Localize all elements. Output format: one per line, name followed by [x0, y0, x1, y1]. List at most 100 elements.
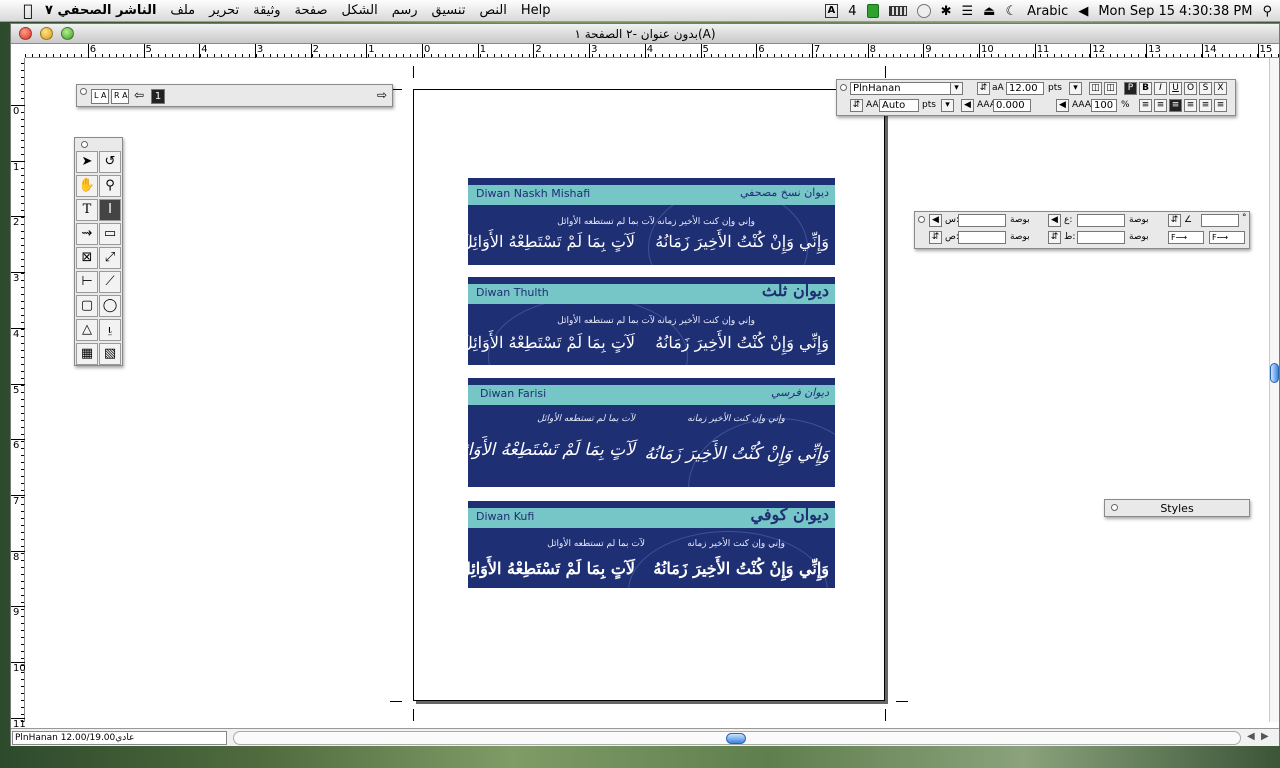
scale-field[interactable]: 100: [1091, 99, 1117, 112]
palette-close-dot[interactable]: [918, 216, 925, 223]
align-left-icon[interactable]: ≡: [1139, 99, 1152, 112]
volume-icon[interactable]: ◀: [1078, 4, 1088, 19]
input-source-icon[interactable]: ☾: [1005, 4, 1017, 19]
memory-icon[interactable]: [888, 6, 907, 16]
page-1-icon[interactable]: 1: [151, 89, 165, 104]
menu-file[interactable]: ملف: [163, 3, 202, 18]
text-cursor-tool-icon[interactable]: I: [99, 199, 121, 221]
align-center-icon[interactable]: ≡: [1154, 99, 1167, 112]
menu-document[interactable]: وثيقة: [246, 3, 287, 18]
security-icon[interactable]: [866, 4, 879, 18]
tracking-field[interactable]: 0.000: [993, 99, 1031, 112]
linker-tool-icon[interactable]: ⇝: [76, 223, 98, 245]
input-language[interactable]: Arabic: [1027, 4, 1068, 19]
next-page-arrow-icon[interactable]: ⇨: [377, 89, 387, 101]
wifi-icon[interactable]: ☰: [961, 4, 973, 19]
table-grid-tool-icon[interactable]: ▧: [99, 343, 121, 365]
x-stepper-icon[interactable]: ◀: [929, 214, 942, 227]
vertical-scrollbar[interactable]: [1269, 58, 1279, 722]
rounded-rect-tool-icon[interactable]: ▢: [76, 295, 98, 317]
style-italic-button[interactable]: I: [1154, 82, 1167, 95]
prev-page-arrow-icon[interactable]: ⇦: [134, 89, 144, 101]
bluetooth-icon[interactable]: ✱: [941, 4, 952, 19]
pointer-tool-icon[interactable]: ➤: [76, 151, 98, 173]
specimen-farisi[interactable]: Diwan Farisi ديوان فرسي وإني وإن كنت الأ…: [468, 378, 835, 487]
line-tool-icon[interactable]: ⟋: [99, 271, 121, 293]
oval-tool-icon[interactable]: ◯: [99, 295, 121, 317]
specimen-kufi[interactable]: Diwan Kufi ديوان كوفي وإني وإن كنت الأخي…: [468, 501, 835, 588]
h-field[interactable]: [1077, 231, 1125, 244]
leading-stepper-icon[interactable]: ⇵: [850, 99, 863, 112]
document-page[interactable]: Diwan Naskh Mishafi ديوان نسخ مصحفي وإني…: [413, 89, 885, 701]
rectangle-box-tool-icon[interactable]: ▭: [99, 223, 121, 245]
y-stepper-icon[interactable]: ⇵: [929, 231, 942, 244]
leading-field[interactable]: Auto: [879, 99, 919, 112]
font-dropdown-icon[interactable]: ▾: [950, 82, 963, 95]
menu-help[interactable]: Help: [514, 3, 558, 18]
size-dropdown-icon[interactable]: ▾: [1069, 82, 1082, 95]
align-justify-icon[interactable]: ≡: [1184, 99, 1197, 112]
flip-horizontal-icon[interactable]: F⟶: [1168, 231, 1204, 244]
font-size-field[interactable]: 12.00: [1006, 82, 1044, 95]
style-plain-button[interactable]: P: [1124, 82, 1137, 95]
table-tool-icon[interactable]: ▦: [76, 343, 98, 365]
w-stepper-icon[interactable]: ◀: [1048, 214, 1061, 227]
align-force-icon[interactable]: ≡: [1199, 99, 1212, 112]
size-stepper-icon[interactable]: ⇵: [977, 82, 990, 95]
y-field[interactable]: [958, 231, 1006, 244]
menu-page[interactable]: صفحة: [288, 3, 335, 18]
scroll-left-arrow-icon[interactable]: ◀: [1247, 731, 1255, 742]
scale-stepper-icon[interactable]: ◀: [1056, 99, 1069, 112]
specimen-thulth[interactable]: Diwan Thulth ديوان ثلث وإني وإن كنت الأخ…: [468, 277, 835, 365]
x-field[interactable]: [958, 214, 1006, 227]
polygon-tool-icon[interactable]: △: [76, 319, 98, 341]
style-underline-button[interactable]: U: [1169, 82, 1182, 95]
h-stepper-icon[interactable]: ⇵: [1048, 231, 1061, 244]
horizontal-scroll-thumb[interactable]: [726, 733, 746, 744]
menu-edit[interactable]: تحرير: [202, 3, 246, 18]
orthogonal-line-tool-icon[interactable]: ⊢: [76, 271, 98, 293]
fit-icon[interactable]: ◫: [1089, 82, 1102, 95]
font-menu-icon[interactable]: A: [824, 4, 839, 18]
align-right-icon[interactable]: ≡: [1169, 99, 1182, 112]
clock[interactable]: Mon Sep 15 4:30:38 PM: [1098, 4, 1252, 19]
palette-close-dot[interactable]: [840, 84, 847, 91]
tracking-stepper-icon[interactable]: ◀: [961, 99, 974, 112]
hand-tool-icon[interactable]: ✋: [76, 175, 98, 197]
angle-stepper-icon[interactable]: ⇵: [1168, 214, 1181, 227]
zoom-tool-icon[interactable]: ⚲: [99, 175, 121, 197]
eject-icon[interactable]: ⏏: [983, 4, 995, 19]
fit-frame-icon[interactable]: ◫: [1104, 82, 1117, 95]
leading-dropdown-icon[interactable]: ▾: [941, 99, 954, 112]
resize-tool-icon[interactable]: ⤢: [99, 247, 121, 269]
palette-close-dot[interactable]: [81, 141, 88, 148]
time-machine-icon[interactable]: [916, 4, 931, 18]
master-left-icon[interactable]: L A: [91, 89, 109, 104]
text-box-tool-icon[interactable]: T: [76, 199, 98, 221]
menu-draw[interactable]: رسم: [385, 3, 425, 18]
rotate-tool-icon[interactable]: ↺: [99, 151, 121, 173]
scroll-right-arrow-icon[interactable]: ▶: [1261, 731, 1269, 742]
window-titlebar[interactable]: بدون عنوان -٢ الصفحة ١(A): [11, 24, 1279, 44]
bezier-tool-icon[interactable]: ⍸: [99, 319, 121, 341]
vertical-scroll-thumb[interactable]: [1270, 363, 1279, 383]
w-field[interactable]: [1077, 214, 1125, 227]
style-outline-button[interactable]: O: [1184, 82, 1197, 95]
spotlight-icon[interactable]: ⚲: [1262, 4, 1272, 19]
font-name-field[interactable]: PlnHanan: [850, 82, 958, 95]
pasteboard[interactable]: Diwan Naskh Mishafi ديوان نسخ مصحفي وإني…: [25, 58, 1271, 722]
menu-format[interactable]: تنسيق: [425, 3, 473, 18]
horizontal-scrollbar[interactable]: [233, 731, 1241, 745]
vertical-ruler[interactable]: 0 1 2 3 4 5 6 7 8 9 10 11: [11, 58, 26, 729]
style-strike-button[interactable]: X: [1214, 82, 1227, 95]
picture-box-tool-icon[interactable]: ⊠: [76, 247, 98, 269]
specimen-naskh[interactable]: Diwan Naskh Mishafi ديوان نسخ مصحفي وإني…: [468, 178, 835, 265]
app-menu[interactable]: الناشر الصحفي ٧: [38, 3, 163, 18]
style-bold-button[interactable]: B: [1139, 82, 1152, 95]
flip-vertical-icon[interactable]: F⟶: [1209, 231, 1245, 244]
style-shadow-button[interactable]: S: [1199, 82, 1212, 95]
angle-field[interactable]: [1201, 214, 1239, 227]
horizontal-ruler[interactable]: 6 5 4 3 2 1 0 1 2 3 4 5 6 7 8 9 10 11 12 13 14 15: [25, 44, 1279, 58]
palette-close-dot[interactable]: [80, 88, 87, 95]
menu-shape[interactable]: الشكل: [335, 3, 385, 18]
